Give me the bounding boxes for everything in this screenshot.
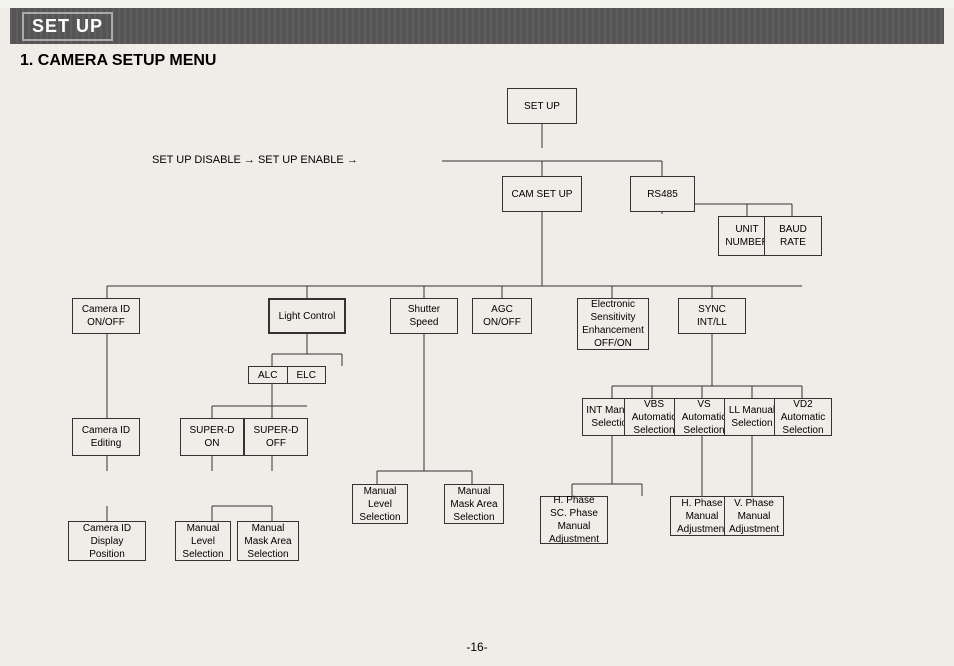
box-cam-setup: CAM SET UP (502, 176, 582, 212)
box-elc: ELC (288, 367, 326, 383)
box-h-phase-sc: H. Phase SC. Phase Manual Adjustment (540, 496, 608, 544)
section-title: 1. CAMERA SETUP MENU (20, 52, 934, 70)
setup-flow-label: SET UP DISABLE → SET UP ENABLE → (152, 154, 358, 166)
box-alc: ALC (249, 367, 288, 383)
box-baud-rate: BAUD RATE (764, 216, 822, 256)
box-light-control: Light Control (268, 298, 346, 334)
box-agc-onoff: AGC ON/OFF (472, 298, 532, 334)
box-vd2-automatic: VD2 Automatic Selection (774, 398, 832, 436)
box-sync-intll: SYNC INT/LL (678, 298, 746, 334)
box-camera-id-display: Camera ID Display Position (68, 521, 146, 561)
box-super-d-on: SUPER-D ON (180, 418, 244, 456)
box-manual-mask-area1: Manual Mask Area Selection (237, 521, 299, 561)
header-title: SET UP (22, 12, 113, 41)
box-camera-id-editing: Camera ID Editing (72, 418, 140, 456)
box-super-d-off: SUPER-D OFF (244, 418, 308, 456)
header-bar: SET UP (10, 8, 944, 44)
page-number: -16- (0, 640, 954, 654)
diagram: SET UP DISABLE → SET UP ENABLE → SET UP … (12, 76, 942, 636)
box-camera-id-onoff: Camera ID ON/OFF (72, 298, 140, 334)
box-manual-level-sel2: Manual Level Selection (352, 484, 408, 524)
box-ll-manual: LL Manual Selection (724, 398, 780, 436)
box-manual-mask-area2: Manual Mask Area Selection (444, 484, 504, 524)
box-alc-elc: ALC ELC (248, 366, 326, 384)
box-rs485: RS485 (630, 176, 695, 212)
box-ese: Electronic Sensitivity Enhancement OFF/O… (577, 298, 649, 350)
box-v-phase-manual: V. Phase Manual Adjustment (724, 496, 784, 536)
box-shutter-speed: Shutter Speed (390, 298, 458, 334)
page: SET UP 1. CAMERA SETUP MENU (0, 8, 954, 666)
box-manual-level-sel1: Manual Level Selection (175, 521, 231, 561)
box-setup: SET UP (507, 88, 577, 124)
